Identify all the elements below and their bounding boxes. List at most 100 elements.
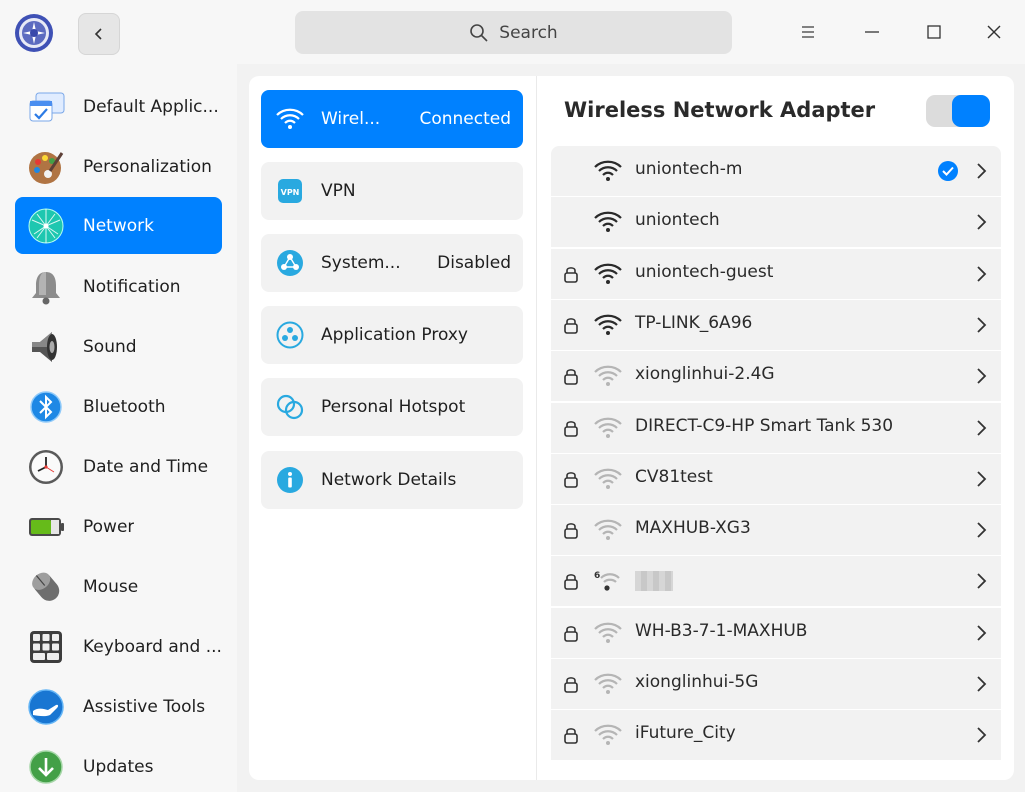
sidebar-item-date-and-time[interactable]: Date and Time — [15, 438, 222, 495]
bluetooth-icon — [26, 387, 66, 427]
sidebar-item-label: Personalization — [83, 156, 212, 177]
lock-icon — [564, 728, 578, 744]
lock-icon — [564, 267, 578, 283]
search-icon — [470, 23, 488, 42]
chevron-right-icon[interactable] — [974, 366, 988, 386]
sidebar-item-updates[interactable]: Updates — [15, 738, 222, 792]
network-row[interactable]: TP-LINK_6A96 — [551, 300, 1001, 350]
wifi-signal-icon — [594, 468, 622, 489]
network-ssid: DIRECT-C9-HP Smart Tank 530 — [635, 416, 894, 436]
minimize-button[interactable] — [856, 16, 888, 48]
chevron-right-icon[interactable] — [974, 161, 988, 181]
network-menu: Wirel... Connected VPN VPN System... Dis… — [249, 76, 537, 780]
battery-icon — [26, 507, 66, 547]
network-menu-wireless[interactable]: Wirel... Connected — [261, 90, 523, 148]
network-menu-application-proxy[interactable]: Application Proxy — [261, 306, 523, 364]
sidebar-item-label: Notification — [83, 276, 181, 297]
chevron-right-icon[interactable] — [974, 571, 988, 591]
close-button[interactable] — [978, 16, 1010, 48]
network-row[interactable]: DIRECT-C9-HP Smart Tank 530 — [551, 403, 1001, 453]
sidebar-item-bluetooth[interactable]: Bluetooth — [15, 378, 222, 435]
chevron-right-icon[interactable] — [974, 520, 988, 540]
wifi-signal-icon — [594, 314, 622, 335]
network-row[interactable]: uniontech-m — [551, 146, 1001, 196]
chevron-right-icon[interactable] — [974, 212, 988, 232]
sidebar-item-sound[interactable]: Sound — [15, 318, 222, 375]
assistive-hand-icon — [26, 687, 66, 727]
network-row[interactable]: iFuture_City — [551, 710, 1001, 760]
maximize-button[interactable] — [918, 16, 950, 48]
sidebar-item-personalization[interactable]: Personalization — [15, 138, 222, 195]
network-menu-system-proxy[interactable]: System... Disabled — [261, 234, 523, 292]
chevron-right-icon[interactable] — [974, 674, 988, 694]
mouse-icon — [26, 567, 66, 607]
lock-icon — [564, 318, 578, 334]
connected-check-icon — [938, 161, 958, 181]
chevron-right-icon[interactable] — [974, 264, 988, 284]
network-row[interactable]: CV81test — [551, 454, 1001, 504]
wireless-toggle[interactable] — [926, 95, 990, 127]
wifi-signal-icon — [594, 417, 622, 438]
wifi-signal-icon — [594, 211, 622, 232]
sidebar-item-notification[interactable]: Notification — [15, 258, 222, 315]
network-menu-personal-hotspot[interactable]: Personal Hotspot — [261, 378, 523, 436]
chevron-right-icon[interactable] — [974, 418, 988, 438]
sidebar-item-label: Network — [83, 215, 154, 236]
search-input[interactable]: Search — [295, 11, 732, 54]
chevron-right-icon[interactable] — [974, 469, 988, 489]
sidebar-item-label: Assistive Tools — [83, 696, 206, 717]
network-menu-vpn[interactable]: VPN VPN — [261, 162, 523, 220]
network-row[interactable]: uniontech-guest — [551, 249, 1001, 299]
network-ssid: uniontech-guest — [635, 262, 774, 282]
wifi-signal-icon — [594, 673, 622, 694]
sidebar-item-network[interactable]: Network — [15, 197, 222, 254]
sidebar-item-default-applications[interactable]: Default Applic... — [15, 78, 222, 135]
sidebar-item-keyboard[interactable]: Keyboard and ... — [15, 618, 222, 675]
network-globe-icon — [26, 206, 66, 246]
network-row[interactable]: uniontech — [551, 197, 1001, 247]
network-menu-label: Personal Hotspot — [321, 397, 466, 417]
network-row[interactable]: xionglinhui-2.4G — [551, 351, 1001, 401]
network-menu-label: System... — [321, 253, 401, 273]
back-button[interactable] — [78, 13, 120, 55]
wifi-signal-icon — [594, 519, 622, 540]
sidebar-item-assistive-tools[interactable]: Assistive Tools — [15, 678, 222, 735]
network-row[interactable]: 6 — [551, 556, 1001, 606]
wifi6-signal-icon: 6 — [594, 571, 620, 591]
network-menu-status: Disabled — [437, 253, 511, 273]
wifi-signal-icon — [594, 160, 622, 181]
chevron-right-icon[interactable] — [974, 315, 988, 335]
lock-icon — [564, 421, 578, 437]
speaker-icon — [26, 327, 66, 367]
network-menu-label: VPN — [321, 181, 356, 201]
wireless-panel: Wireless Network Adapter uniontech-m unio… — [537, 76, 1014, 780]
system-proxy-icon — [275, 248, 305, 278]
obscured-ssid — [635, 571, 673, 591]
chevron-right-icon[interactable] — [974, 725, 988, 745]
control-center-logo-icon — [14, 13, 54, 53]
sidebar-item-label: Date and Time — [83, 456, 209, 477]
wifi-signal-icon — [594, 365, 622, 386]
lock-icon — [564, 472, 578, 488]
menu-button[interactable] — [792, 16, 824, 48]
svg-text:VPN: VPN — [281, 188, 300, 197]
sidebar-item-label: Sound — [83, 336, 137, 357]
network-row[interactable]: MAXHUB-XG3 — [551, 505, 1001, 555]
lock-icon — [564, 523, 578, 539]
network-menu-label: Wirel... — [321, 109, 381, 129]
sidebar-item-label: Updates — [83, 756, 154, 777]
adapter-title: Wireless Network Adapter — [564, 98, 876, 122]
network-menu-network-details[interactable]: Network Details — [261, 451, 523, 509]
vpn-icon: VPN — [275, 176, 305, 206]
chevron-right-icon[interactable] — [974, 623, 988, 643]
close-icon — [987, 25, 1001, 39]
lock-icon — [564, 574, 578, 590]
sidebar-item-mouse[interactable]: Mouse — [15, 558, 222, 615]
network-row[interactable]: WH-B3-7-1-MAXHUB — [551, 608, 1001, 658]
network-row[interactable]: xionglinhui-5G — [551, 659, 1001, 709]
hamburger-menu-icon — [802, 26, 814, 38]
sidebar-item-power[interactable]: Power — [15, 498, 222, 555]
search-placeholder: Search — [499, 22, 558, 43]
network-menu-label: Application Proxy — [321, 325, 468, 345]
lock-icon — [564, 369, 578, 385]
